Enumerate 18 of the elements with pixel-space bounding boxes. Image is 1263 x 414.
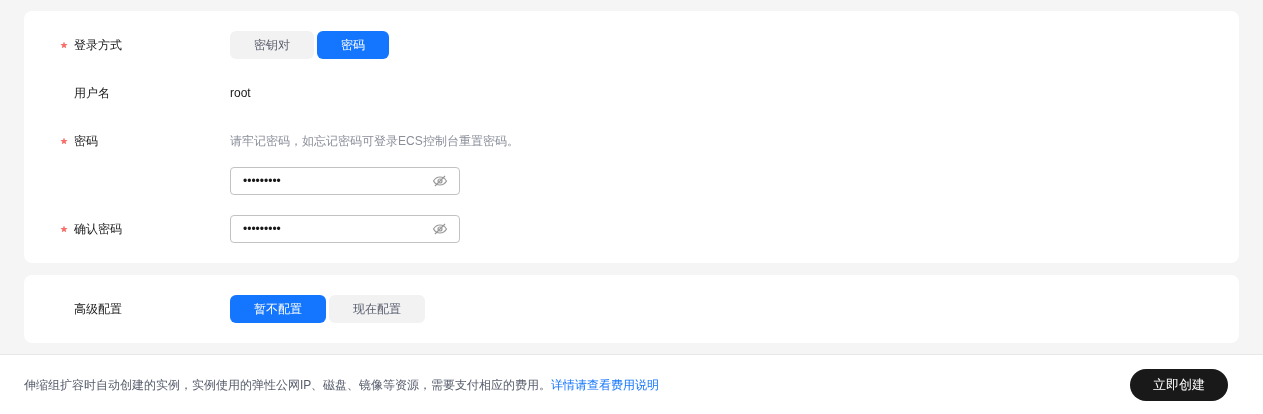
option-tab[interactable]: 暂不配置 (230, 295, 326, 323)
field-value: root (230, 85, 251, 102)
fee-notice: 伸缩组扩容时自动创建的实例，实例使用的弹性公网IP、磁盘、镜像等资源，需要支付相应的费用。详情请查看费用说明 (24, 376, 660, 394)
password-field[interactable]: ••••••••• (230, 167, 460, 195)
option-tab[interactable]: 密钥对 (230, 31, 314, 59)
fee-link[interactable]: 详情请查看费用说明 (551, 377, 660, 392)
option-tab[interactable]: 密码 (317, 31, 389, 59)
field-label: 用户名 (74, 85, 110, 102)
hint-text: 请牢记密码，如忘记密码可登录ECS控制台重置密码。 (230, 133, 519, 150)
field-label: 密码 (74, 133, 98, 150)
field-label: 确认密码 (74, 221, 122, 238)
eye-hidden-icon[interactable] (432, 173, 448, 189)
password-field[interactable]: ••••••••• (230, 215, 460, 243)
field-label: 登录方式 (74, 37, 122, 54)
field-label: 高级配置 (74, 301, 122, 318)
eye-hidden-icon[interactable] (432, 221, 448, 237)
create-button[interactable]: 立即创建 (1130, 368, 1228, 401)
option-tab[interactable]: 现在配置 (329, 295, 425, 323)
